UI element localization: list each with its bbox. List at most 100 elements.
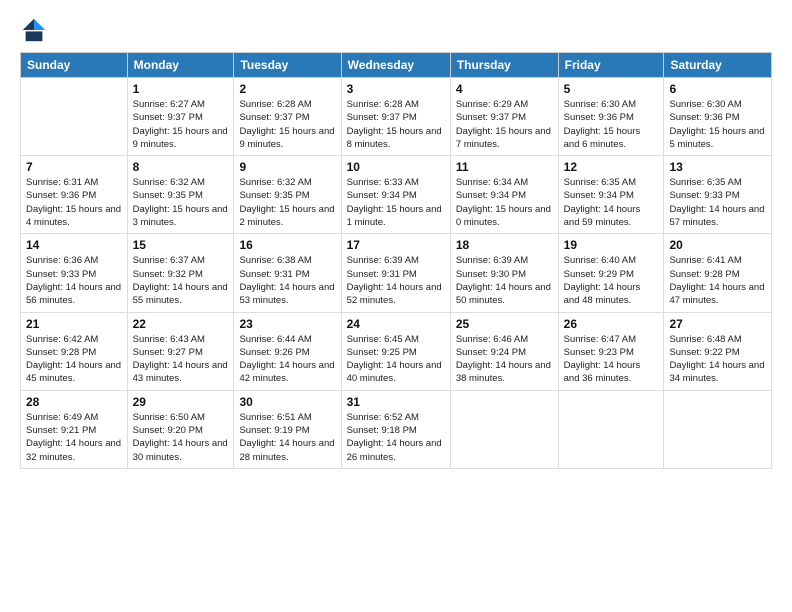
- day-info: Sunrise: 6:47 AM Sunset: 9:23 PM Dayligh…: [564, 333, 659, 386]
- logo: [20, 16, 52, 44]
- day-number: 20: [669, 238, 766, 252]
- day-number: 8: [133, 160, 229, 174]
- calendar-cell: 10 Sunrise: 6:33 AM Sunset: 9:34 PM Dayl…: [341, 156, 450, 234]
- calendar-cell: [664, 390, 772, 468]
- day-number: 11: [456, 160, 553, 174]
- day-number: 10: [347, 160, 445, 174]
- day-info: Sunrise: 6:28 AM Sunset: 9:37 PM Dayligh…: [239, 98, 335, 151]
- day-number: 15: [133, 238, 229, 252]
- calendar-cell: 1 Sunrise: 6:27 AM Sunset: 9:37 PM Dayli…: [127, 78, 234, 156]
- day-info: Sunrise: 6:37 AM Sunset: 9:32 PM Dayligh…: [133, 254, 229, 307]
- calendar-week-row: 7 Sunrise: 6:31 AM Sunset: 9:36 PM Dayli…: [21, 156, 772, 234]
- calendar-cell: 27 Sunrise: 6:48 AM Sunset: 9:22 PM Dayl…: [664, 312, 772, 390]
- calendar-week-row: 21 Sunrise: 6:42 AM Sunset: 9:28 PM Dayl…: [21, 312, 772, 390]
- day-number: 16: [239, 238, 335, 252]
- calendar-week-row: 1 Sunrise: 6:27 AM Sunset: 9:37 PM Dayli…: [21, 78, 772, 156]
- calendar-cell: 17 Sunrise: 6:39 AM Sunset: 9:31 PM Dayl…: [341, 234, 450, 312]
- day-number: 22: [133, 317, 229, 331]
- day-info: Sunrise: 6:30 AM Sunset: 9:36 PM Dayligh…: [669, 98, 766, 151]
- day-number: 6: [669, 82, 766, 96]
- day-number: 30: [239, 395, 335, 409]
- day-number: 24: [347, 317, 445, 331]
- day-number: 5: [564, 82, 659, 96]
- day-info: Sunrise: 6:35 AM Sunset: 9:33 PM Dayligh…: [669, 176, 766, 229]
- day-number: 2: [239, 82, 335, 96]
- day-number: 21: [26, 317, 122, 331]
- calendar-cell: 9 Sunrise: 6:32 AM Sunset: 9:35 PM Dayli…: [234, 156, 341, 234]
- calendar-cell: [21, 78, 128, 156]
- calendar-cell: 16 Sunrise: 6:38 AM Sunset: 9:31 PM Dayl…: [234, 234, 341, 312]
- calendar-cell: 31 Sunrise: 6:52 AM Sunset: 9:18 PM Dayl…: [341, 390, 450, 468]
- day-info: Sunrise: 6:48 AM Sunset: 9:22 PM Dayligh…: [669, 333, 766, 386]
- calendar-cell: 6 Sunrise: 6:30 AM Sunset: 9:36 PM Dayli…: [664, 78, 772, 156]
- day-number: 19: [564, 238, 659, 252]
- weekday-header: Monday: [127, 53, 234, 78]
- calendar-week-row: 14 Sunrise: 6:36 AM Sunset: 9:33 PM Dayl…: [21, 234, 772, 312]
- day-info: Sunrise: 6:34 AM Sunset: 9:34 PM Dayligh…: [456, 176, 553, 229]
- weekday-header: Wednesday: [341, 53, 450, 78]
- day-info: Sunrise: 6:29 AM Sunset: 9:37 PM Dayligh…: [456, 98, 553, 151]
- day-info: Sunrise: 6:40 AM Sunset: 9:29 PM Dayligh…: [564, 254, 659, 307]
- day-number: 17: [347, 238, 445, 252]
- weekday-header: Saturday: [664, 53, 772, 78]
- calendar-header-row: SundayMondayTuesdayWednesdayThursdayFrid…: [21, 53, 772, 78]
- day-info: Sunrise: 6:39 AM Sunset: 9:31 PM Dayligh…: [347, 254, 445, 307]
- day-number: 29: [133, 395, 229, 409]
- calendar-cell: 25 Sunrise: 6:46 AM Sunset: 9:24 PM Dayl…: [450, 312, 558, 390]
- calendar-cell: 22 Sunrise: 6:43 AM Sunset: 9:27 PM Dayl…: [127, 312, 234, 390]
- day-number: 1: [133, 82, 229, 96]
- day-info: Sunrise: 6:28 AM Sunset: 9:37 PM Dayligh…: [347, 98, 445, 151]
- day-info: Sunrise: 6:45 AM Sunset: 9:25 PM Dayligh…: [347, 333, 445, 386]
- logo-icon: [20, 16, 48, 44]
- day-info: Sunrise: 6:35 AM Sunset: 9:34 PM Dayligh…: [564, 176, 659, 229]
- day-info: Sunrise: 6:39 AM Sunset: 9:30 PM Dayligh…: [456, 254, 553, 307]
- day-number: 4: [456, 82, 553, 96]
- day-number: 7: [26, 160, 122, 174]
- day-info: Sunrise: 6:41 AM Sunset: 9:28 PM Dayligh…: [669, 254, 766, 307]
- calendar-cell: 11 Sunrise: 6:34 AM Sunset: 9:34 PM Dayl…: [450, 156, 558, 234]
- calendar-cell: 12 Sunrise: 6:35 AM Sunset: 9:34 PM Dayl…: [558, 156, 664, 234]
- page: SundayMondayTuesdayWednesdayThursdayFrid…: [0, 0, 792, 612]
- day-number: 3: [347, 82, 445, 96]
- calendar-week-row: 28 Sunrise: 6:49 AM Sunset: 9:21 PM Dayl…: [21, 390, 772, 468]
- header: [20, 16, 772, 44]
- calendar-cell: 4 Sunrise: 6:29 AM Sunset: 9:37 PM Dayli…: [450, 78, 558, 156]
- weekday-header: Thursday: [450, 53, 558, 78]
- calendar-cell: 2 Sunrise: 6:28 AM Sunset: 9:37 PM Dayli…: [234, 78, 341, 156]
- calendar-cell: 15 Sunrise: 6:37 AM Sunset: 9:32 PM Dayl…: [127, 234, 234, 312]
- calendar-cell: 3 Sunrise: 6:28 AM Sunset: 9:37 PM Dayli…: [341, 78, 450, 156]
- day-info: Sunrise: 6:27 AM Sunset: 9:37 PM Dayligh…: [133, 98, 229, 151]
- weekday-header: Sunday: [21, 53, 128, 78]
- day-number: 9: [239, 160, 335, 174]
- calendar-cell: [558, 390, 664, 468]
- day-number: 25: [456, 317, 553, 331]
- day-info: Sunrise: 6:31 AM Sunset: 9:36 PM Dayligh…: [26, 176, 122, 229]
- day-info: Sunrise: 6:42 AM Sunset: 9:28 PM Dayligh…: [26, 333, 122, 386]
- day-info: Sunrise: 6:49 AM Sunset: 9:21 PM Dayligh…: [26, 411, 122, 464]
- day-info: Sunrise: 6:46 AM Sunset: 9:24 PM Dayligh…: [456, 333, 553, 386]
- day-number: 26: [564, 317, 659, 331]
- day-number: 31: [347, 395, 445, 409]
- day-info: Sunrise: 6:32 AM Sunset: 9:35 PM Dayligh…: [133, 176, 229, 229]
- day-number: 27: [669, 317, 766, 331]
- calendar-cell: 29 Sunrise: 6:50 AM Sunset: 9:20 PM Dayl…: [127, 390, 234, 468]
- weekday-header: Tuesday: [234, 53, 341, 78]
- day-info: Sunrise: 6:52 AM Sunset: 9:18 PM Dayligh…: [347, 411, 445, 464]
- day-info: Sunrise: 6:33 AM Sunset: 9:34 PM Dayligh…: [347, 176, 445, 229]
- calendar-cell: 24 Sunrise: 6:45 AM Sunset: 9:25 PM Dayl…: [341, 312, 450, 390]
- calendar-cell: 14 Sunrise: 6:36 AM Sunset: 9:33 PM Dayl…: [21, 234, 128, 312]
- day-number: 28: [26, 395, 122, 409]
- calendar-cell: 5 Sunrise: 6:30 AM Sunset: 9:36 PM Dayli…: [558, 78, 664, 156]
- calendar-cell: 7 Sunrise: 6:31 AM Sunset: 9:36 PM Dayli…: [21, 156, 128, 234]
- calendar-cell: 28 Sunrise: 6:49 AM Sunset: 9:21 PM Dayl…: [21, 390, 128, 468]
- day-info: Sunrise: 6:44 AM Sunset: 9:26 PM Dayligh…: [239, 333, 335, 386]
- calendar-cell: 19 Sunrise: 6:40 AM Sunset: 9:29 PM Dayl…: [558, 234, 664, 312]
- calendar-cell: [450, 390, 558, 468]
- day-info: Sunrise: 6:51 AM Sunset: 9:19 PM Dayligh…: [239, 411, 335, 464]
- calendar-cell: 8 Sunrise: 6:32 AM Sunset: 9:35 PM Dayli…: [127, 156, 234, 234]
- calendar-cell: 21 Sunrise: 6:42 AM Sunset: 9:28 PM Dayl…: [21, 312, 128, 390]
- calendar-cell: 30 Sunrise: 6:51 AM Sunset: 9:19 PM Dayl…: [234, 390, 341, 468]
- calendar-cell: 23 Sunrise: 6:44 AM Sunset: 9:26 PM Dayl…: [234, 312, 341, 390]
- day-number: 18: [456, 238, 553, 252]
- day-info: Sunrise: 6:43 AM Sunset: 9:27 PM Dayligh…: [133, 333, 229, 386]
